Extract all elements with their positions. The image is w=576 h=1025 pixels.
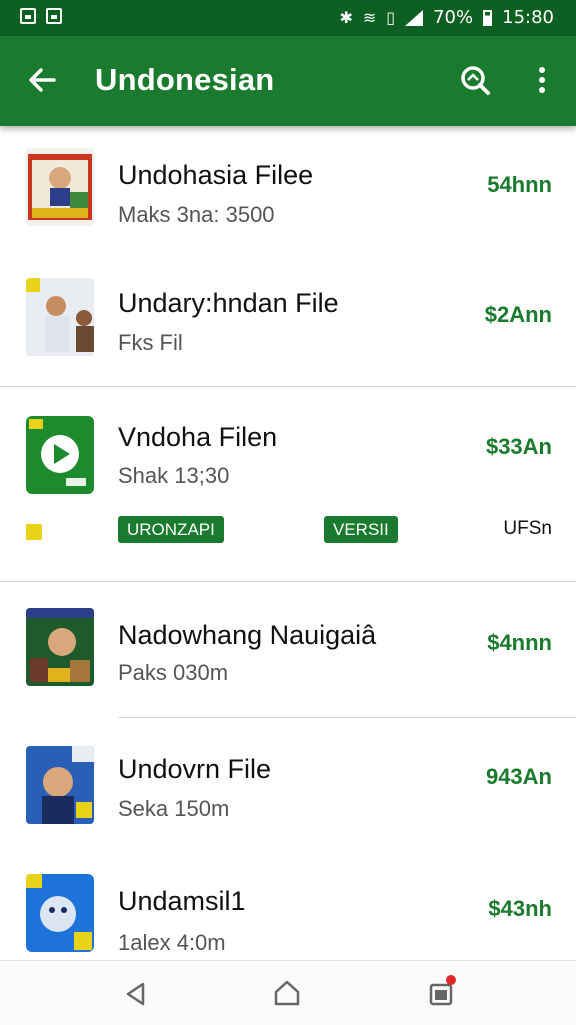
item-price: $4nnn bbox=[487, 630, 552, 655]
item-subtitle: Maks 3na: 3500 bbox=[118, 202, 275, 227]
nav-back-icon[interactable] bbox=[123, 981, 149, 1007]
item-thumbnail bbox=[26, 746, 94, 824]
item-name: Nadowhang Nauigaiâ bbox=[118, 620, 377, 650]
battery-icon bbox=[483, 9, 493, 26]
list-item[interactable]: Vndoha Filen Shak 13;30 $33An bbox=[0, 388, 576, 518]
gallery-icon bbox=[20, 8, 36, 24]
item-thumbnail bbox=[26, 278, 94, 356]
divider bbox=[0, 581, 576, 582]
nav-home-icon[interactable] bbox=[272, 978, 302, 1008]
item-name: Undovrn File bbox=[118, 754, 272, 784]
system-nav-bar bbox=[0, 960, 576, 1025]
divider bbox=[0, 386, 576, 387]
item-price: $43nh bbox=[488, 896, 552, 921]
item-price: $33An bbox=[485, 434, 552, 459]
item-name: Vndoha Filen bbox=[118, 422, 278, 452]
bluetooth-icon: ✱ bbox=[339, 8, 353, 27]
app-bar: Undonesian bbox=[0, 36, 576, 126]
battery-percent: 70% bbox=[433, 7, 474, 28]
wifi-icon: ≋ bbox=[362, 8, 377, 27]
item-thumbnail bbox=[26, 874, 94, 952]
item-subtitle: Shak 13;30 bbox=[118, 463, 230, 488]
item-subtitle: Fks Fil bbox=[118, 330, 183, 355]
item-price: 943An bbox=[485, 764, 552, 789]
signal-icon bbox=[405, 9, 424, 26]
status-bar: ✱ ≋ ▯ 70% 15:80 bbox=[0, 0, 576, 36]
version-chip[interactable]: VERSII bbox=[324, 516, 398, 543]
item-thumbnail bbox=[26, 416, 94, 494]
list-item[interactable]: Undary:hndan File Fks Fil $2Ann bbox=[0, 256, 576, 386]
tag-icon bbox=[26, 524, 42, 540]
tag-text: UFSn bbox=[503, 518, 552, 539]
item-name: Undohasia Filee bbox=[118, 160, 314, 190]
photo-icon bbox=[46, 8, 62, 24]
item-price: $2Ann bbox=[484, 302, 552, 327]
notification-badge bbox=[446, 975, 456, 985]
list-item[interactable]: Undamsil1 1alex 4:0m $43nh bbox=[0, 850, 576, 960]
item-price: 54hnn bbox=[487, 172, 552, 197]
clock: 15:80 bbox=[502, 7, 554, 28]
divider bbox=[118, 717, 576, 718]
item-thumbnail bbox=[26, 148, 94, 226]
tag-chip[interactable]: URONZAPI bbox=[118, 516, 224, 543]
notification-icons bbox=[20, 8, 62, 24]
item-subtitle: Paks 030m bbox=[118, 660, 229, 685]
more-vert-icon[interactable] bbox=[530, 64, 554, 98]
list-item[interactable]: Undovrn File Seka 150m 943An bbox=[0, 720, 576, 850]
list-item[interactable]: Nadowhang Nauigaiâ Paks 030m $4nnn bbox=[0, 586, 576, 716]
item-name: Undary:hndan File bbox=[118, 288, 339, 318]
back-arrow-icon[interactable] bbox=[26, 64, 58, 96]
item-subtitle: 1alex 4:0m bbox=[118, 930, 226, 955]
tag-row: URONZAPI VERSII UFSn bbox=[0, 516, 576, 558]
search-icon[interactable] bbox=[458, 63, 492, 97]
vibrate-icon: ▯ bbox=[386, 8, 396, 27]
item-thumbnail bbox=[26, 608, 94, 686]
item-subtitle: Seka 150m bbox=[118, 796, 230, 821]
page-title: Undonesian bbox=[95, 62, 275, 97]
item-name: Undamsil1 bbox=[118, 886, 246, 916]
list-item[interactable]: Undohasia Filee Maks 3na: 3500 54hnn bbox=[0, 126, 576, 256]
